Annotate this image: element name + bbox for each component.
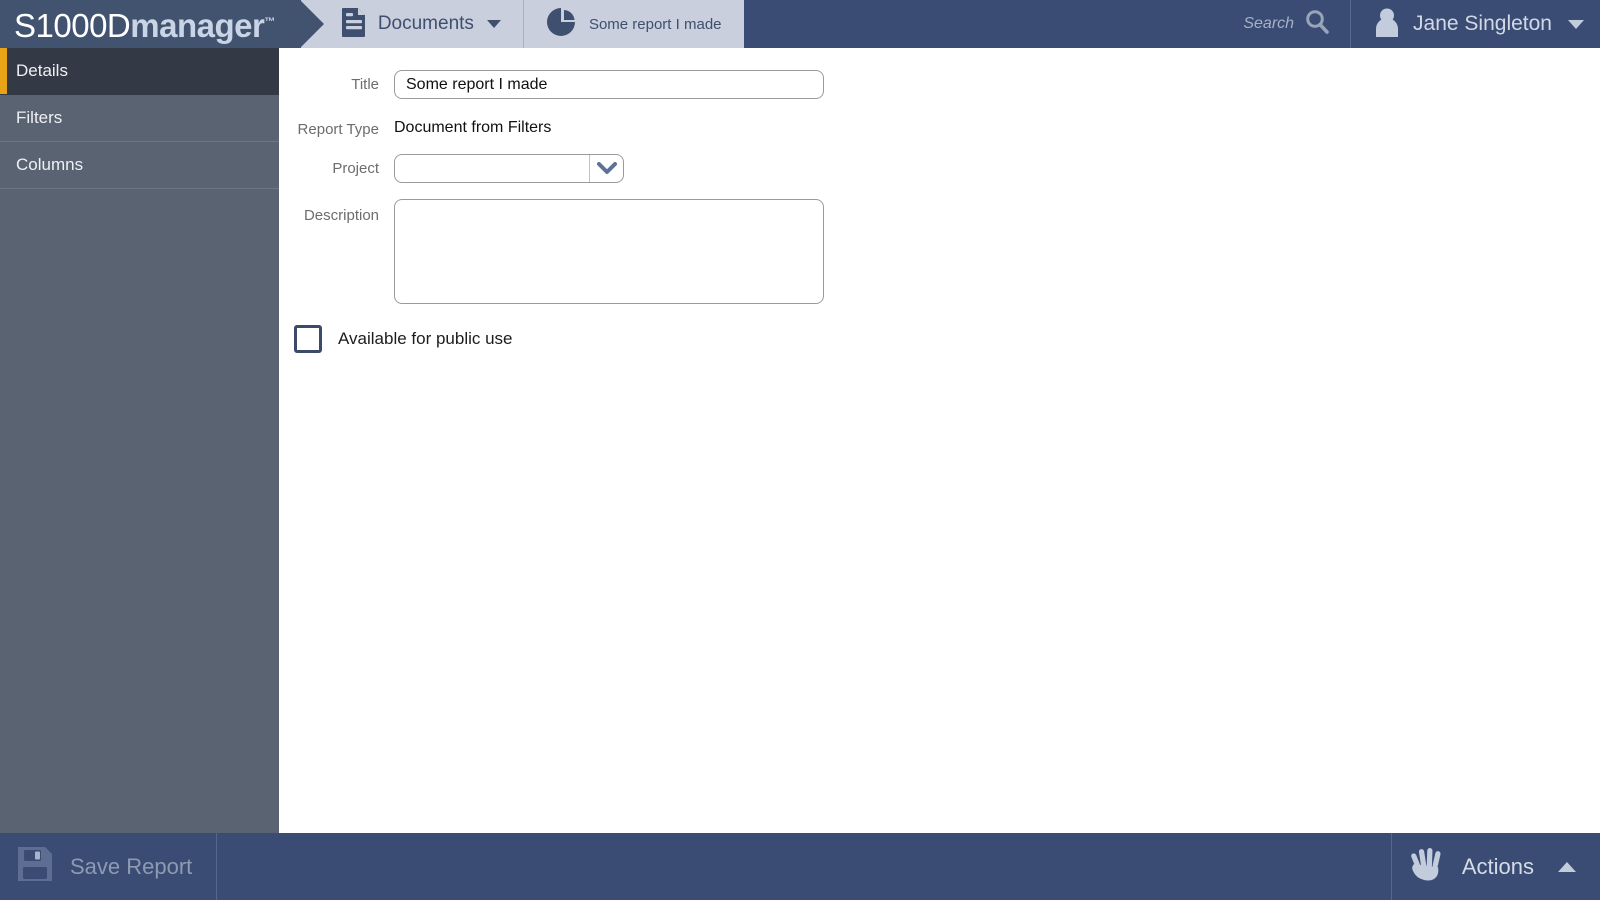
footer-toolbar: Save Report Actions — [0, 833, 1600, 900]
user-name-label: Jane Singleton — [1413, 12, 1552, 35]
public-use-row: Available for public use — [294, 325, 1600, 353]
report-type-value: Document from Filters — [394, 119, 552, 136]
app-header: S1000Dmanager™ Documents Some report I m… — [0, 0, 1600, 48]
trademark-symbol: ™ — [264, 16, 275, 28]
tab-documents-label: Documents — [377, 13, 474, 34]
floppy-disk-icon — [16, 845, 54, 888]
search-button[interactable]: Search — [1227, 0, 1350, 48]
sidebar-item-label: Details — [16, 61, 68, 80]
chevron-down-icon[interactable] — [589, 155, 623, 182]
breadcrumb-tabstrip: Documents Some report I made — [300, 0, 744, 48]
sidebar-item-columns[interactable]: Columns — [0, 142, 279, 189]
footer-spacer — [217, 833, 1391, 900]
description-textarea[interactable] — [394, 199, 824, 304]
actions-label: Actions — [1461, 853, 1534, 879]
sidebar-item-label: Columns — [16, 155, 84, 174]
chevron-up-icon[interactable] — [1558, 861, 1576, 872]
details-form: Title Report Type Document from Filters … — [279, 48, 1600, 353]
tab-documents[interactable]: Documents — [319, 0, 523, 48]
header-spacer — [744, 0, 1228, 48]
report-type-field-area: Document from Filters — [394, 115, 1600, 137]
project-label: Project — [332, 160, 379, 177]
hand-icon — [1408, 846, 1446, 887]
form-row-description: Description — [294, 199, 1600, 309]
available-for-public-use-checkbox[interactable] — [294, 325, 322, 353]
form-row-title: Title — [294, 70, 1600, 99]
project-select[interactable] — [394, 154, 624, 183]
app-logo[interactable]: S1000Dmanager™ — [0, 0, 324, 48]
form-row-project: Project — [294, 154, 1600, 183]
actions-button[interactable]: Actions — [1392, 833, 1600, 900]
report-type-label: Report Type — [297, 121, 379, 138]
header-right-group: Search Jane Singleton — [1227, 0, 1600, 48]
user-menu[interactable]: Jane Singleton — [1350, 0, 1600, 48]
save-report-label: Save Report — [70, 853, 193, 879]
title-label: Title — [351, 76, 379, 93]
search-icon[interactable] — [1304, 9, 1330, 40]
tab-report-label: Some report I made — [588, 15, 722, 33]
document-icon — [341, 7, 367, 42]
pie-chart-icon — [546, 6, 578, 43]
logo-text-light: S1000D — [14, 7, 131, 44]
search-label: Search — [1243, 15, 1295, 32]
description-field-area — [394, 199, 1600, 309]
form-row-report-type: Report Type Document from Filters — [294, 115, 1600, 138]
sidebar: Details Filters Columns — [0, 48, 279, 833]
available-for-public-use-label: Available for public use — [338, 329, 513, 348]
main-content: Title Report Type Document from Filters … — [279, 48, 1600, 833]
user-avatar-icon — [1373, 7, 1401, 42]
title-input[interactable] — [394, 70, 824, 99]
sidebar-item-filters[interactable]: Filters — [0, 95, 279, 142]
logo-text: S1000Dmanager™ — [14, 6, 275, 42]
title-field-area — [394, 70, 1600, 99]
logo-text-bold: manager — [130, 7, 265, 44]
chevron-down-icon[interactable] — [1568, 19, 1584, 29]
tab-some-report-i-made[interactable]: Some report I made — [522, 0, 744, 48]
save-report-button[interactable]: Save Report — [0, 833, 216, 900]
sidebar-item-details[interactable]: Details — [0, 48, 279, 95]
project-field-area — [394, 154, 1600, 183]
chevron-down-icon[interactable] — [486, 20, 501, 28]
sidebar-item-label: Filters — [16, 108, 63, 127]
description-label: Description — [303, 207, 379, 224]
